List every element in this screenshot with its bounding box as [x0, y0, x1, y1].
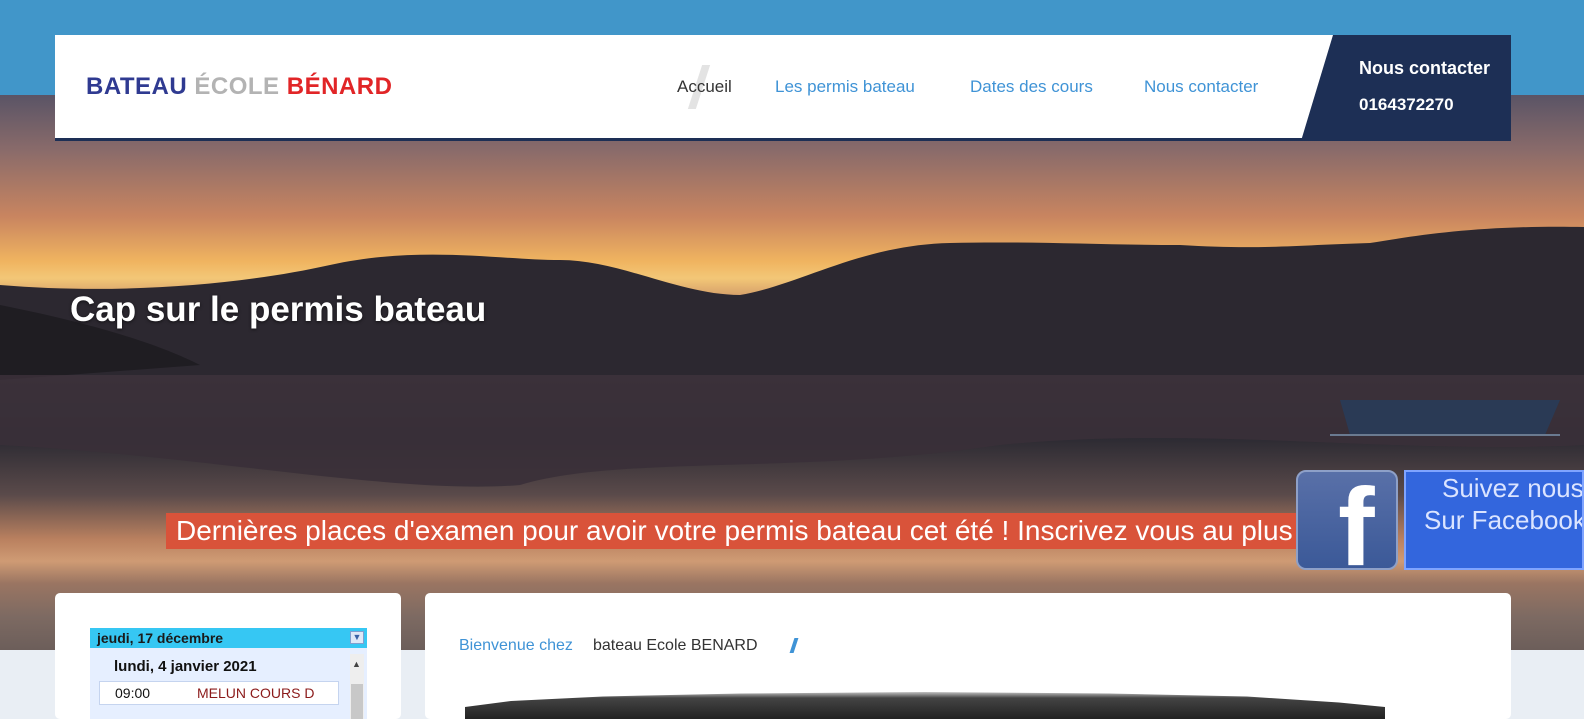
breadcrumb-separator: [789, 638, 799, 653]
breadcrumb-home-link[interactable]: Bienvenue chez: [459, 637, 573, 655]
breadcrumb-current: bateau Ecole BENARD: [593, 637, 758, 654]
logo-part-bateau: BATEAU: [86, 73, 188, 100]
site-logo[interactable]: BATEAU ÉCOLE BÉNARD: [86, 73, 392, 101]
hero-title: Cap sur le permis bateau: [70, 290, 487, 329]
facebook-line1: Suivez nous: [1442, 473, 1584, 503]
calendar-header-date: jeudi, 17 décembre: [97, 630, 224, 646]
event-time: 09:00: [115, 685, 151, 701]
main-content-panel: Bienvenue chez bateau Ecole BENARD: [425, 593, 1511, 719]
content-image: [465, 692, 1385, 719]
agenda-day: lundi, 4 janvier 2021: [114, 658, 257, 675]
facebook-icon[interactable]: f: [1296, 470, 1398, 570]
logo-part-ecole: ÉCOLE: [194, 73, 280, 100]
calendar-agenda: lundi, 4 janvier 2021 09:00 MELUN COURS …: [90, 648, 367, 719]
calendar-header[interactable]: jeudi, 17 décembre ▼: [90, 628, 367, 648]
chevron-down-icon[interactable]: ▼: [350, 631, 364, 644]
nav-dates-des-cours[interactable]: Dates des cours: [970, 77, 1093, 97]
agenda-scrollbar[interactable]: ▲: [350, 654, 364, 719]
event-title: MELUN COURS D: [197, 685, 315, 701]
contact-title: Nous contacter: [1359, 58, 1491, 78]
facebook-line2: Sur Facebook: [1424, 505, 1584, 535]
facebook-follow-button[interactable]: Suivez nous Sur Facebook: [1404, 470, 1584, 570]
nav-nous-contacter[interactable]: Nous contacter: [1144, 77, 1258, 97]
contact-phone[interactable]: 0164372270: [1359, 95, 1454, 115]
logo-part-benard: BÉNARD: [286, 73, 393, 100]
site-header: BATEAU ÉCOLE BÉNARD Accueil Les permis b…: [55, 35, 1511, 141]
news-ticker[interactable]: Dernières places d'examen pour avoir vot…: [166, 513, 1370, 549]
agenda-event[interactable]: 09:00 MELUN COURS D: [99, 681, 339, 705]
scroll-up-icon[interactable]: ▲: [352, 659, 361, 669]
scroll-thumb[interactable]: [351, 684, 363, 719]
calendar-panel: jeudi, 17 décembre ▼ lundi, 4 janvier 20…: [55, 593, 401, 719]
nav-accueil[interactable]: Accueil: [677, 77, 732, 97]
nav-permis-bateau[interactable]: Les permis bateau: [775, 77, 915, 97]
contact-box[interactable]: Nous contacter 0164372270: [1301, 35, 1511, 141]
facebook-f-glyph: f: [1338, 470, 1375, 570]
